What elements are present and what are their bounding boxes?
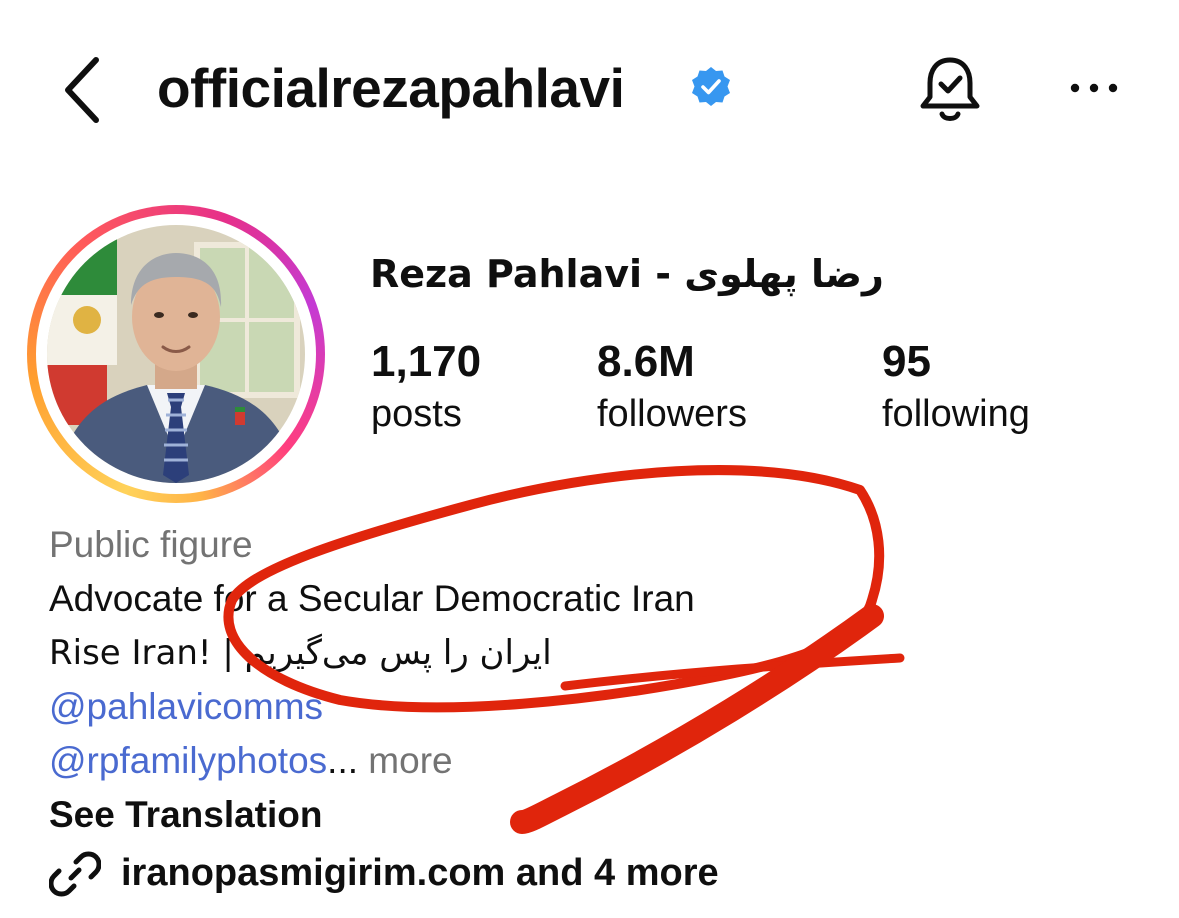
bio-more-button[interactable]: more <box>358 740 452 781</box>
external-link-text: iranopasmigirim.com and 4 more <box>121 852 719 894</box>
notifications-button[interactable] <box>910 52 990 128</box>
back-button[interactable] <box>52 50 116 130</box>
followers-label: followers <box>597 393 747 435</box>
verified-badge-icon <box>690 66 732 108</box>
profile-display-name: Reza Pahlavi - رضا پهلوی <box>370 252 884 296</box>
profile-username: officialrezapahlavi <box>157 57 625 119</box>
profile-category: Public figure <box>49 524 253 565</box>
avatar-photo <box>47 225 305 483</box>
bio-mention-row: @rpfamilyphotos... more <box>49 735 453 787</box>
posts-count-button[interactable]: 1,170 posts <box>371 335 481 439</box>
more-horizontal-icon <box>1070 83 1118 93</box>
notification-bell-check-icon <box>920 57 980 121</box>
link-icon <box>49 851 101 897</box>
bio-ellipsis: ... <box>327 740 359 781</box>
followers-count-button[interactable]: 8.6M followers <box>597 335 747 439</box>
see-translation-button[interactable]: See Translation <box>49 789 323 841</box>
followers-count: 8.6M <box>597 337 695 386</box>
posts-count: 1,170 <box>371 337 482 386</box>
mention-link-pahlavicomms[interactable]: @pahlavicomms <box>49 681 323 733</box>
posts-label: posts <box>371 393 462 435</box>
mention-link-rpfamilyphotos[interactable]: @rpfamilyphotos <box>49 740 327 781</box>
bio-line: Advocate for a Secular Democratic Iran <box>49 578 695 619</box>
following-count: 95 <box>882 337 931 386</box>
following-count-button[interactable]: 95 following <box>882 335 1030 439</box>
more-options-button[interactable] <box>1062 66 1126 110</box>
bio-line: Rise Iran! | ایران را پس می‌گیریم <box>49 633 552 673</box>
following-label: following <box>882 393 1030 435</box>
chevron-left-icon <box>65 57 99 123</box>
profile-avatar[interactable] <box>27 205 325 503</box>
